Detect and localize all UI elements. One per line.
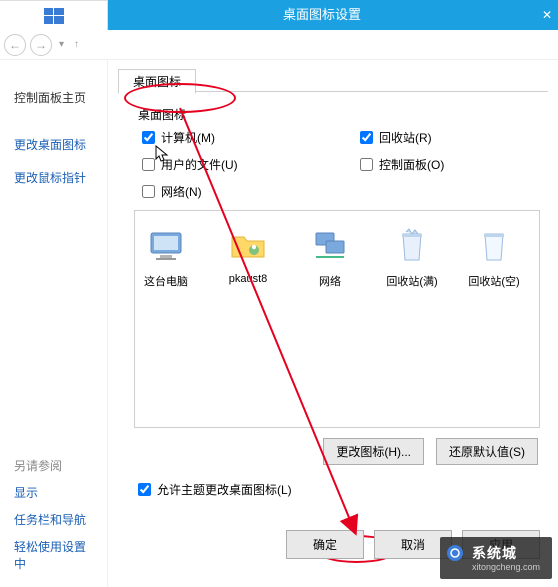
checkbox-recycle[interactable]: 回收站(R) <box>360 129 548 146</box>
main-area: 控制面板主页 更改桌面图标 更改鼠标指针 另请参阅 显示 任务栏和导航 轻松使用… <box>0 60 558 587</box>
recycle-empty-icon <box>463 225 525 267</box>
watermark-icon <box>446 544 464 562</box>
up-button[interactable]: ↑ <box>71 39 82 50</box>
tab-desktop-icons[interactable]: 桌面图标 <box>118 69 196 94</box>
preview-network[interactable]: 网络 <box>299 225 361 289</box>
forward-button[interactable]: → <box>30 34 52 56</box>
close-icon[interactable]: ✕ <box>536 0 558 30</box>
preview-bin-full[interactable]: 回收站(满) <box>381 225 443 289</box>
sidebar-ease[interactable]: 轻松使用设置中 <box>14 533 97 577</box>
explorer-icon-area <box>0 0 108 30</box>
icon-button-row: 更改图标(H)... 还原默认值(S) <box>118 438 538 465</box>
ok-button[interactable]: 确定 <box>286 530 364 559</box>
dialog-title: 桌面图标设置 <box>108 0 536 30</box>
checkbox-allow-theme-input[interactable] <box>138 483 151 496</box>
sidebar-taskbar[interactable]: 任务栏和导航 <box>14 506 97 533</box>
titlebar: 桌面图标设置 ✕ <box>0 0 558 30</box>
preview-pc[interactable]: 这台电脑 <box>135 225 197 289</box>
recycle-full-icon <box>381 225 443 267</box>
icon-preview: 这台电脑 pkaust8 网络 回收站(满) 回收站(空) <box>134 210 540 428</box>
checkbox-cpanel[interactable]: 控制面板(O) <box>360 156 548 173</box>
checkbox-computer[interactable]: 计算机(M) <box>142 129 330 146</box>
change-icon-button[interactable]: 更改图标(H)... <box>323 438 424 465</box>
checkbox-computer-input[interactable] <box>142 131 155 144</box>
checkbox-recycle-input[interactable] <box>360 131 373 144</box>
pc-icon <box>135 225 197 267</box>
dropdown-icon[interactable]: ▾ <box>56 39 67 50</box>
checkbox-userfiles-input[interactable] <box>142 158 155 171</box>
windows-icon <box>44 8 64 24</box>
folder-icon <box>217 225 279 267</box>
group-label: 桌面图标 <box>138 106 548 123</box>
preview-user[interactable]: pkaust8 <box>217 225 279 285</box>
preview-bin-empty[interactable]: 回收站(空) <box>463 225 525 289</box>
checkbox-allow-theme[interactable]: 允许主题更改桌面图标(L) <box>138 481 548 498</box>
tab-strip: 桌面图标 <box>118 68 548 92</box>
sidebar-display[interactable]: 显示 <box>14 479 97 506</box>
checkbox-userfiles[interactable]: 用户的文件(U) <box>142 156 330 173</box>
sidebar: 控制面板主页 更改桌面图标 更改鼠标指针 另请参阅 显示 任务栏和导航 轻松使用… <box>0 60 108 587</box>
sidebar-home[interactable]: 控制面板主页 <box>14 84 97 111</box>
checkbox-network[interactable]: 网络(N) <box>142 183 330 200</box>
checkbox-network-input[interactable] <box>142 185 155 198</box>
sidebar-link-icons[interactable]: 更改桌面图标 <box>14 131 97 158</box>
network-icon <box>299 225 361 267</box>
sidebar-seealso: 另请参阅 <box>14 452 97 479</box>
back-button[interactable]: ← <box>4 34 26 56</box>
dialog-body: 桌面图标 桌面图标 计算机(M) 回收站(R) 用户的文件(U) 控制面板(O)… <box>108 60 558 587</box>
checkbox-cpanel-input[interactable] <box>360 158 373 171</box>
checkbox-grid: 计算机(M) 回收站(R) 用户的文件(U) 控制面板(O) 网络(N) <box>142 129 548 200</box>
nav-bar: ← → ▾ ↑ <box>0 30 558 60</box>
restore-defaults-button[interactable]: 还原默认值(S) <box>436 438 538 465</box>
sidebar-link-mouse[interactable]: 更改鼠标指针 <box>14 164 97 191</box>
watermark: 系统城 xitongcheng.com <box>440 537 552 579</box>
